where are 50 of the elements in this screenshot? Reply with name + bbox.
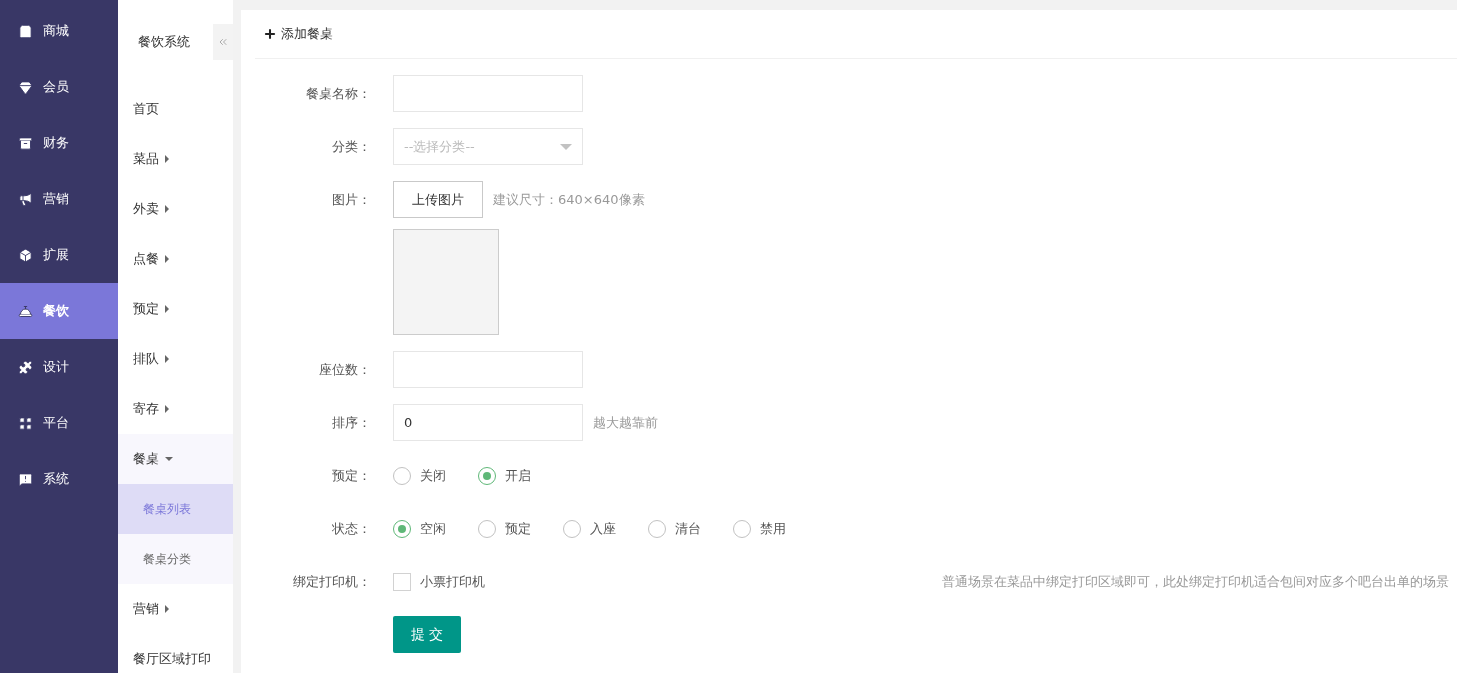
- field-label: 状态：: [331, 520, 371, 538]
- radio-label: 禁用: [760, 519, 786, 538]
- main-nav-item[interactable]: 系统: [0, 451, 118, 507]
- sidebar-subitem[interactable]: 餐桌分类: [118, 534, 233, 584]
- main-nav-item[interactable]: 餐饮: [0, 283, 118, 339]
- chevrons-left-icon: [217, 36, 229, 48]
- gem-icon: [18, 79, 33, 95]
- field-label: 座位数：: [318, 361, 371, 379]
- text-input[interactable]: 0: [393, 404, 583, 441]
- submit-button[interactable]: 提 交: [393, 616, 462, 653]
- main-nav-item[interactable]: 设计: [0, 339, 118, 395]
- main-nav-item[interactable]: 平台: [0, 395, 118, 451]
- radio-label: 清台: [675, 519, 701, 538]
- field-label: 排序：: [331, 414, 371, 432]
- collapse-button[interactable]: [213, 24, 233, 60]
- grid-icon: [18, 415, 33, 431]
- checkbox[interactable]: [393, 572, 411, 591]
- puzzle-icon: [18, 359, 33, 375]
- field-label: 分类：: [331, 138, 371, 156]
- field-label: 餐桌名称：: [305, 85, 371, 103]
- radio-label: 入座: [590, 519, 616, 538]
- radio-label: 关闭: [420, 466, 446, 485]
- sidebar-title: 餐饮系统: [138, 33, 190, 51]
- plus-icon: [263, 27, 277, 41]
- cloche-icon: [18, 303, 33, 319]
- message-icon: [18, 471, 33, 487]
- radio-label: 开启: [505, 466, 531, 485]
- radio-label: 预定: [505, 519, 531, 538]
- main-nav-item[interactable]: 营销: [0, 171, 118, 227]
- main-nav-item[interactable]: 财务: [0, 115, 118, 171]
- box-icon: [18, 247, 33, 263]
- radio-label: 空闲: [420, 519, 446, 538]
- main-nav-item[interactable]: 扩展: [0, 227, 118, 283]
- field-hint: 普通场景在菜品中绑定打印区域即可，此处绑定打印机适合包间对应多个吧台出单的场景: [942, 572, 1449, 591]
- main-nav-item[interactable]: 会员: [0, 59, 118, 115]
- field-label: 预定：: [331, 467, 371, 485]
- field-label: 绑定打印机：: [292, 573, 371, 591]
- sidebar-item[interactable]: 餐桌: [118, 434, 233, 484]
- main-nav-item[interactable]: 商城: [0, 3, 118, 59]
- text-input[interactable]: [393, 75, 583, 112]
- field-label: 图片：: [331, 191, 371, 209]
- checkbox-label: 小票打印机: [420, 572, 485, 591]
- archive-icon: [18, 135, 33, 151]
- megaphone-icon: [18, 191, 33, 207]
- bag-icon: [18, 23, 33, 39]
- field-hint: 建议尺寸：640×640像素: [493, 190, 645, 209]
- field-hint: 越大越靠前: [593, 413, 658, 432]
- upload-button[interactable]: 上传图片: [393, 181, 483, 218]
- panel-heading: 添加餐桌: [281, 25, 333, 43]
- text-input[interactable]: [393, 351, 583, 388]
